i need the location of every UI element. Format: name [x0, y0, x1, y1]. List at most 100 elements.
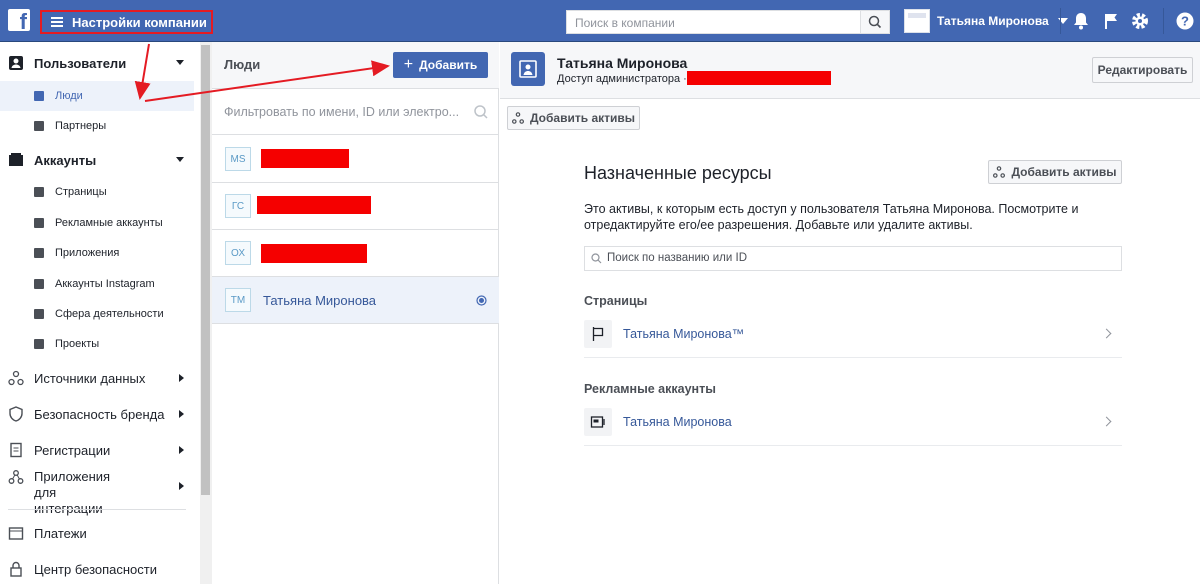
sidebar: Пользователи Люди Партнеры Аккаунты Стра…: [0, 42, 200, 584]
asset-name: Татьяна Миронова: [623, 415, 732, 429]
add-person-label: Добавить: [419, 58, 478, 72]
asset-name: Татьяна Миронова™: [623, 327, 745, 341]
person-name: Татьяна Миронова: [263, 292, 377, 308]
sidebar-section-registrations[interactable]: Регистрации: [0, 433, 190, 467]
selected-radio-icon: [476, 295, 487, 306]
redacted-name: [257, 196, 371, 214]
sidebar-section-label: Центр безопасности: [34, 561, 158, 577]
redacted-email: [687, 71, 831, 85]
facebook-logo-icon[interactable]: f: [8, 9, 30, 31]
add-assets-label: Добавить активы: [529, 111, 635, 125]
gear-icon[interactable]: [1130, 11, 1150, 31]
sidebar-section-label: Платежи: [34, 525, 87, 541]
chevron-right-icon: [179, 410, 184, 418]
sidebar-item-lines-of-business[interactable]: Сфера деятельности: [0, 299, 194, 329]
sidebar-section-data-sources[interactable]: Источники данных: [0, 361, 190, 395]
integrations-icon: [8, 469, 24, 485]
payments-icon: [8, 525, 24, 541]
people-panel-header: Люди + Добавить: [212, 42, 499, 89]
redacted-name: [261, 149, 349, 168]
sidebar-section-label: Безопасность бренда: [34, 406, 165, 422]
search-icon: [474, 105, 488, 119]
company-search-input[interactable]: Поиск в компании: [566, 10, 861, 34]
sidebar-item-apps[interactable]: Приложения: [0, 238, 194, 268]
add-assets-label: Добавить активы: [1011, 165, 1117, 179]
sidebar-item-partners[interactable]: Партнеры: [0, 111, 194, 141]
sidebar-item-label: Рекламные аккаунты: [55, 217, 163, 229]
asset-row-ad-account[interactable]: Татьяна Миронова: [584, 399, 1122, 446]
flag-icon: [584, 320, 612, 348]
resource-search-input[interactable]: Поиск по названию или ID: [584, 246, 1122, 271]
help-icon[interactable]: ?: [1175, 11, 1195, 31]
sidebar-section-label: Аккаунты: [34, 152, 97, 168]
chevron-right-icon: [1101, 328, 1112, 339]
people-panel-title: Люди: [224, 57, 261, 72]
person-initials: ОХ: [225, 241, 251, 265]
sidebar-item-label: Проекты: [55, 338, 100, 350]
people-panel: Люди + Добавить Фильтровать по имени, ID…: [212, 42, 499, 584]
business-settings-menu-button[interactable]: Настройки компании: [40, 10, 213, 34]
person-row-selected[interactable]: ТМ Татьяна Миронова: [212, 277, 499, 324]
folder-icon: [34, 339, 44, 349]
person-initials: ГС: [225, 194, 251, 218]
sidebar-item-projects[interactable]: Проекты: [0, 329, 194, 359]
sidebar-item-label: Сфера деятельности: [55, 308, 164, 320]
user-name: Татьяна Миронова: [937, 14, 1049, 28]
admin-user-icon: [511, 52, 545, 86]
sidebar-section-brand-safety[interactable]: Безопасность бренда: [0, 397, 190, 431]
add-assets-button[interactable]: Добавить активы: [988, 160, 1122, 184]
bell-icon[interactable]: [1071, 11, 1091, 31]
sidebar-section-users[interactable]: Пользователи: [0, 46, 190, 80]
sidebar-section-security-center[interactable]: Центр безопасности: [0, 552, 190, 586]
sidebar-item-label: Партнеры: [55, 120, 107, 132]
sidebar-item-pages[interactable]: Страницы: [0, 177, 194, 207]
accounts-icon: [8, 152, 24, 168]
person-access-level: Доступ администратора ·: [557, 73, 687, 85]
sidebar-section-label: Источники данных: [34, 370, 146, 386]
ad-account-icon: [34, 218, 44, 228]
person-row[interactable]: MS: [212, 136, 499, 183]
briefcase-icon: [34, 309, 44, 319]
top-bar: f Настройки компании Поиск в компании Та…: [0, 0, 1200, 42]
user-menu[interactable]: Татьяна Миронова: [904, 9, 1068, 33]
sidebar-item-instagram[interactable]: Аккаунты Instagram: [0, 269, 194, 299]
sidebar-item-people[interactable]: Люди: [0, 81, 194, 111]
divider: [8, 509, 186, 510]
sidebar-section-integrations[interactable]: Приложения для интеграции: [0, 469, 190, 516]
sidebar-item-label: Аккаунты Instagram: [55, 278, 155, 290]
document-icon: [8, 442, 24, 458]
person-initials: ТМ: [225, 288, 251, 312]
avatar: [904, 9, 930, 33]
chevron-right-icon: [179, 482, 184, 490]
asset-row-page[interactable]: Татьяна Миронова™: [584, 311, 1122, 358]
hamburger-icon: [51, 17, 63, 27]
sidebar-item-label: Страницы: [55, 186, 107, 198]
assets-icon: [993, 166, 1006, 178]
cube-icon: [34, 248, 44, 258]
add-person-button[interactable]: + Добавить: [393, 52, 488, 78]
flag-icon[interactable]: [1101, 11, 1121, 31]
ad-accounts-group-label: Рекламные аккаунты: [584, 382, 716, 396]
sidebar-section-label: Регистрации: [34, 442, 111, 458]
chevron-down-icon: [176, 60, 184, 65]
assets-icon: [511, 112, 524, 124]
chevron-down-icon: [176, 157, 184, 162]
person-detail-panel: Татьяна Миронова Доступ администратора ·…: [500, 42, 1200, 584]
search-icon: [868, 15, 882, 29]
flag-icon: [34, 187, 44, 197]
search-icon: [591, 253, 602, 264]
sidebar-section-payments[interactable]: Платежи: [0, 516, 190, 550]
menu-label: Настройки компании: [72, 14, 207, 30]
sidebar-item-ad-accounts[interactable]: Рекламные аккаунты: [0, 208, 194, 238]
people-filter-input[interactable]: Фильтровать по имени, ID или электро...: [212, 89, 499, 135]
users-icon: [8, 55, 24, 71]
chevron-right-icon: [179, 446, 184, 454]
add-assets-button[interactable]: Добавить активы: [507, 106, 640, 130]
data-sources-icon: [8, 370, 24, 386]
sidebar-scrollbar-thumb[interactable]: [201, 45, 210, 495]
edit-button[interactable]: Редактировать: [1092, 57, 1193, 83]
search-button[interactable]: [860, 10, 890, 34]
sidebar-item-label: Приложения: [55, 247, 120, 259]
sidebar-section-accounts[interactable]: Аккаунты: [0, 143, 190, 177]
plus-icon: +: [403, 56, 414, 73]
